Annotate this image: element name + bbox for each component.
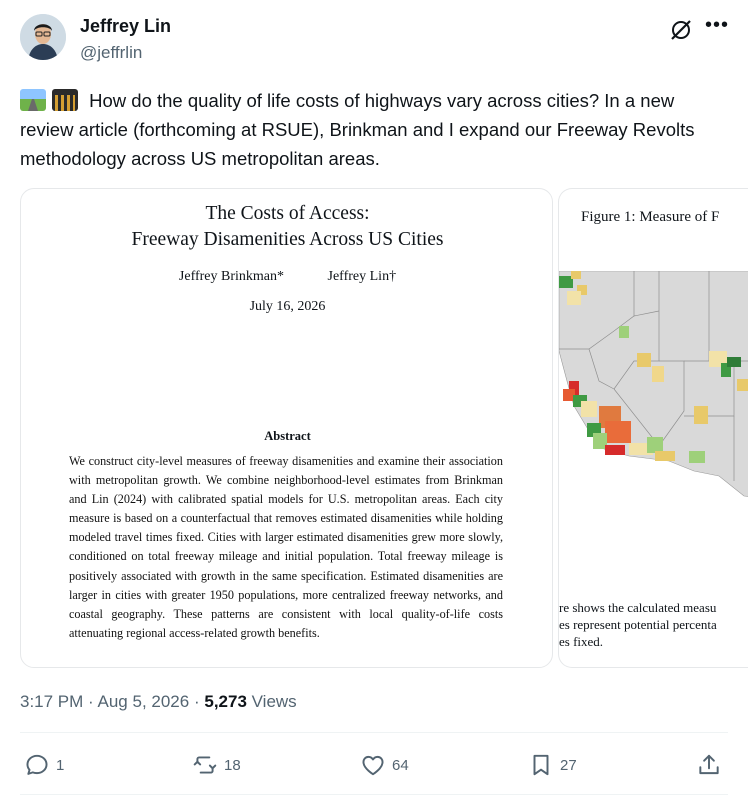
bookmark-count: 27 xyxy=(560,756,577,774)
abstract-text: We construct city-level measures of free… xyxy=(69,454,503,640)
figure-caption-line3: es fixed. xyxy=(559,634,604,649)
abstract-heading: Abstract xyxy=(264,429,311,443)
share-button[interactable] xyxy=(696,750,728,780)
meta-separator: · xyxy=(88,692,94,711)
repost-icon xyxy=(193,756,217,774)
figure-caption: re shows the calculated measu es represe… xyxy=(559,599,748,650)
figure-title: Figure 1: Measure of F xyxy=(581,209,720,225)
repost-button[interactable]: 18 xyxy=(192,750,241,780)
author-name[interactable]: Jeffrey Lin xyxy=(80,16,171,37)
paper-title-line2: Freeway Disamenities Across US Cities xyxy=(131,229,444,250)
grok-icon[interactable] xyxy=(668,17,694,43)
media-gallery: The Costs of Access: Freeway Disamenitie… xyxy=(20,188,748,668)
motorway-emoji xyxy=(20,89,46,111)
reply-count: 1 xyxy=(56,756,65,774)
paper-title-line1: The Costs of Access: xyxy=(205,203,370,224)
avatar-image xyxy=(20,14,66,60)
paper-image[interactable]: The Costs of Access: Freeway Disamenitie… xyxy=(20,188,553,668)
post-date[interactable]: Aug 5, 2026 xyxy=(98,692,190,711)
reply-icon xyxy=(26,754,48,775)
meta-separator: · xyxy=(193,692,200,711)
figure-caption-line1: re shows the calculated measu xyxy=(559,600,717,615)
author-handle[interactable]: @jeffrlin xyxy=(80,43,142,63)
paper-author-2: Jeffrey Lin† xyxy=(327,269,397,284)
figure-image[interactable]: Figure 1: Measure of F re shows the calc… xyxy=(558,188,748,668)
post-time[interactable]: 3:17 PM xyxy=(20,692,83,711)
divider xyxy=(20,732,728,733)
reply-button[interactable]: 1 xyxy=(24,750,64,780)
repost-count: 18 xyxy=(224,756,241,774)
like-button[interactable]: 64 xyxy=(360,750,409,780)
tweet-body: How do the quality of life costs of high… xyxy=(20,90,695,169)
paper-date: July 16, 2026 xyxy=(249,299,326,314)
avatar[interactable] xyxy=(20,14,66,60)
paper-authors: Jeffrey Brinkman* Jeffrey Lin† xyxy=(21,269,552,285)
post-meta: 3:17 PM · Aug 5, 2026 · 5,273 Views xyxy=(20,692,297,712)
share-icon xyxy=(699,754,719,775)
paper-author-1: Jeffrey Brinkman* xyxy=(178,269,285,284)
cityscape-emoji xyxy=(52,89,78,111)
paper-title: The Costs of Access: Freeway Disamenitie… xyxy=(21,201,552,253)
map-figure xyxy=(559,271,748,497)
more-icon[interactable]: ••• xyxy=(704,14,730,40)
bookmark-icon xyxy=(533,754,549,776)
bookmark-button[interactable]: 27 xyxy=(528,750,577,780)
heart-icon xyxy=(362,755,384,776)
tweet-text: How do the quality of life costs of high… xyxy=(20,86,732,173)
views-count: 5,273 xyxy=(204,692,247,711)
views-label: Views xyxy=(251,692,297,711)
like-count: 64 xyxy=(392,756,409,774)
figure-caption-line2: es represent potential percenta xyxy=(559,617,717,632)
